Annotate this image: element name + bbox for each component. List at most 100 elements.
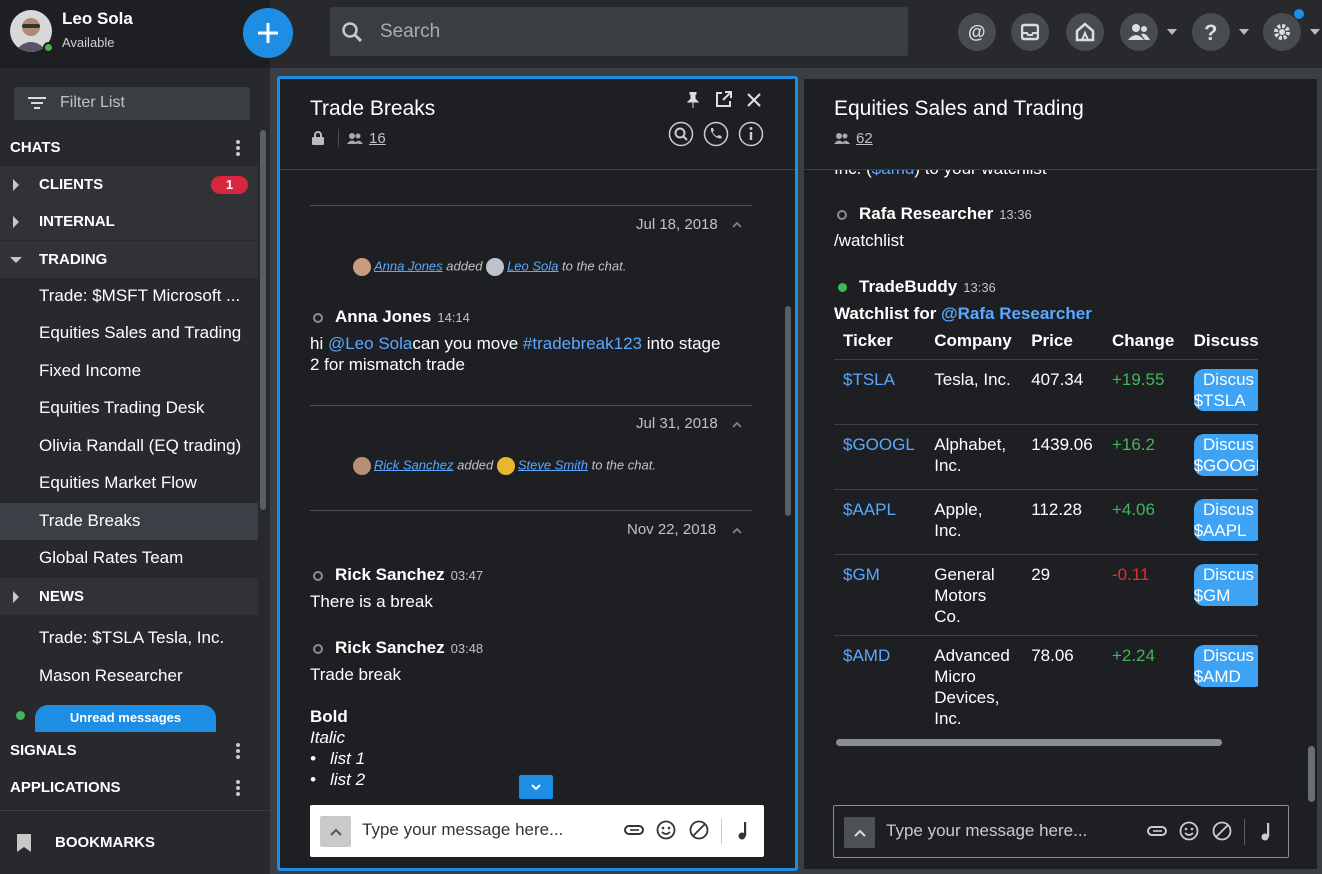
mention-link[interactable]: @Rafa Researcher	[941, 304, 1092, 323]
filter-list-input[interactable]: Filter List	[14, 87, 250, 120]
chat-item[interactable]: Fixed Income	[0, 353, 258, 390]
column-header: Price	[1022, 325, 1103, 360]
phone-icon[interactable]	[703, 121, 729, 147]
discuss-button[interactable]: Discus $AAPL	[1193, 499, 1258, 541]
music-note-icon[interactable]	[737, 821, 749, 841]
message-author[interactable]: Rick Sanchez 03:47	[335, 565, 483, 585]
discuss-button[interactable]: Discus$GOOGL	[1193, 434, 1258, 476]
ticker-link[interactable]: $GOOGL	[843, 435, 915, 454]
chat-item[interactable]: Trade: $MSFT Microsoft ...	[0, 278, 258, 315]
ticker-link[interactable]: $GM	[843, 565, 880, 584]
pin-icon[interactable]	[687, 92, 699, 108]
disable-format-icon[interactable]	[689, 820, 709, 840]
chat-item[interactable]: Olivia Randall (EQ trading)	[0, 428, 258, 465]
user-status[interactable]: Available	[62, 35, 115, 50]
close-icon[interactable]	[747, 93, 761, 107]
chat-item[interactable]: Trade: $TSLA Tesla, Inc.	[0, 620, 258, 657]
signals-menu-icon[interactable]	[230, 742, 246, 760]
chat-item[interactable]: Mason Researcher	[0, 658, 258, 695]
chevron-down-icon[interactable]	[1167, 29, 1177, 35]
member-count-link[interactable]: 62	[856, 130, 873, 147]
message-author[interactable]: Anna Jones 14:14	[335, 307, 470, 327]
info-icon[interactable]	[738, 121, 764, 147]
chat-item[interactable]: Equities Market Flow	[0, 465, 258, 502]
attachment-icon[interactable]	[624, 824, 644, 836]
ticker-cell[interactable]: $AAPL	[834, 489, 926, 555]
group-internal[interactable]: INTERNAL	[0, 203, 258, 240]
signals-section-header[interactable]: SIGNALS	[0, 732, 258, 768]
chats-section-header[interactable]: CHATS	[0, 129, 258, 165]
discuss-button[interactable]: Discus $AMD	[1193, 645, 1258, 687]
user-link[interactable]: Anna Jones	[374, 258, 443, 273]
music-note-icon[interactable]	[1260, 822, 1272, 842]
unread-messages-button[interactable]: Unread messages	[35, 705, 216, 732]
bookmarks-item[interactable]: BOOKMARKS	[0, 824, 258, 860]
ticker-cell[interactable]: $TSLA	[834, 359, 926, 425]
plus-icon	[258, 23, 278, 43]
chats-menu-icon[interactable]	[230, 139, 246, 157]
message-author[interactable]: Rick Sanchez 03:48	[335, 638, 483, 658]
search-input[interactable]: Search	[330, 7, 908, 56]
inbox-button[interactable]	[1011, 13, 1049, 51]
message-author[interactable]: Rafa Researcher 13:36	[859, 204, 1032, 224]
change-cell: -0.11	[1102, 554, 1185, 636]
message-time: 14:14	[437, 310, 470, 325]
search-placeholder: Search	[380, 21, 441, 42]
mentions-button[interactable]: @	[958, 13, 996, 51]
new-chat-button[interactable]	[243, 8, 293, 58]
avatar	[353, 258, 371, 276]
hashtag-link[interactable]: #tradebreak123	[523, 334, 642, 353]
contacts-button[interactable]	[1120, 13, 1158, 51]
mention-link[interactable]: @Leo Sola	[328, 334, 412, 353]
chevron-up-icon[interactable]	[732, 221, 742, 228]
ticker-link[interactable]: $TSLA	[843, 370, 895, 389]
ticker-cell[interactable]: $AMD	[834, 635, 926, 725]
attachment-icon[interactable]	[1147, 825, 1167, 837]
chat-item-selected[interactable]: Trade Breaks	[0, 503, 258, 540]
ticker-link[interactable]: $AAPL	[843, 500, 896, 519]
ticker-cell[interactable]: $GM	[834, 554, 926, 636]
user-link[interactable]: Rick Sanchez	[374, 457, 453, 472]
group-clients[interactable]: CLIENTS 1	[0, 166, 258, 203]
chevron-up-icon[interactable]	[732, 421, 742, 428]
chat-item[interactable]: Equities Sales and Trading	[0, 315, 258, 352]
message-composer[interactable]: Type your message here...	[833, 805, 1289, 858]
discuss-button[interactable]: Discus $TSLA	[1193, 369, 1258, 411]
emoji-icon[interactable]	[656, 820, 676, 840]
popout-icon[interactable]	[715, 91, 732, 108]
search-icon[interactable]	[668, 121, 694, 147]
expand-composer-button[interactable]	[844, 817, 875, 848]
applications-section-header[interactable]: APPLICATIONS	[0, 769, 258, 805]
chat-scrollbar[interactable]	[785, 306, 791, 516]
avatar	[486, 258, 505, 276]
scroll-to-bottom-button[interactable]	[519, 775, 553, 799]
chat-scrollbar[interactable]	[1308, 746, 1315, 802]
discuss-button[interactable]: Discus $GM	[1193, 564, 1258, 606]
ticker-link[interactable]: $AMD	[843, 646, 890, 665]
table-horizontal-scrollbar[interactable]	[836, 739, 1222, 746]
gear-icon	[1274, 24, 1290, 40]
user-link[interactable]: Leo Sola	[507, 258, 558, 273]
message-author[interactable]: TradeBuddy 13:36	[859, 277, 996, 297]
member-count-link[interactable]: 16	[369, 130, 386, 147]
chevron-down-icon[interactable]	[1310, 29, 1320, 35]
home-button[interactable]	[1066, 13, 1104, 51]
group-trading[interactable]: TRADING	[0, 241, 258, 278]
chat-item[interactable]: Global Rates Team	[0, 540, 258, 577]
ticker-cell[interactable]: $GOOGL	[834, 424, 926, 490]
message-composer[interactable]: Type your message here...	[310, 805, 764, 857]
user-link[interactable]: Steve Smith	[518, 457, 588, 472]
sidebar-scrollbar[interactable]	[260, 130, 266, 510]
chevron-down-icon[interactable]	[1239, 29, 1249, 35]
settings-button[interactable]	[1263, 13, 1301, 51]
chevron-up-icon[interactable]	[732, 527, 742, 534]
applications-menu-icon[interactable]	[230, 779, 246, 797]
disable-format-icon[interactable]	[1212, 821, 1232, 841]
help-button[interactable]: ?	[1192, 13, 1230, 51]
chat-item[interactable]: Equities Trading Desk	[0, 390, 258, 427]
group-news[interactable]: NEWS	[0, 578, 258, 615]
emoji-icon[interactable]	[1179, 821, 1199, 841]
message-body: There is a break	[310, 592, 433, 611]
table-row: $TSLA Tesla, Inc. 407.34 +19.55 Discus $TSLA	[834, 359, 1258, 425]
expand-composer-button[interactable]	[320, 816, 351, 847]
